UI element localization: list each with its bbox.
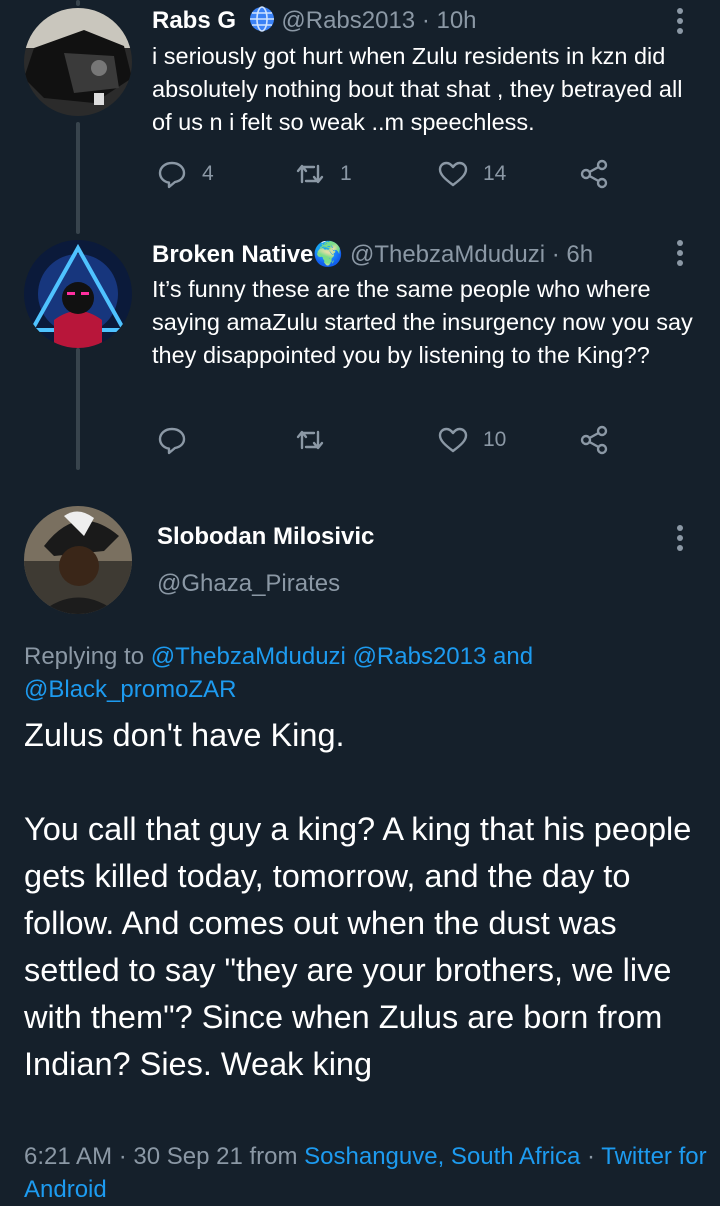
tweet-timestamp: 6:21 AM · 30 Sep 21 from bbox=[24, 1143, 298, 1170]
reply-button[interactable] bbox=[156, 424, 188, 456]
tweet-text: i seriously got hurt when Zulu residents… bbox=[152, 43, 683, 135]
mention-and: and bbox=[493, 643, 534, 670]
more-icon[interactable] bbox=[668, 240, 692, 270]
share-icon bbox=[580, 159, 608, 189]
thread-line bbox=[76, 122, 80, 234]
retweet-icon bbox=[296, 164, 324, 184]
more-icon[interactable] bbox=[668, 8, 692, 38]
main-display-name[interactable]: Slobodan Milosivic bbox=[157, 523, 374, 551]
retweet-button[interactable]: 1 bbox=[294, 158, 352, 190]
mention-link[interactable]: @Rabs2013 bbox=[353, 643, 487, 670]
reply-icon bbox=[158, 161, 186, 189]
retweet-count: 1 bbox=[340, 162, 352, 185]
timestamp[interactable]: · 10h bbox=[422, 7, 477, 34]
meta-separator: · bbox=[587, 1143, 596, 1170]
share-button[interactable] bbox=[578, 158, 610, 190]
tweet-actions: 10 bbox=[152, 424, 632, 464]
reply-button[interactable]: 4 bbox=[156, 158, 214, 190]
display-name[interactable]: Broken Native bbox=[152, 241, 313, 268]
share-button[interactable] bbox=[578, 424, 610, 456]
like-count: 10 bbox=[483, 428, 507, 451]
location-link[interactable]: Soshanguve, South Africa bbox=[304, 1143, 580, 1170]
globe-emoji: 🌍 bbox=[313, 241, 344, 268]
handle[interactable]: @ThebzaMduduzi bbox=[350, 241, 545, 268]
tweet-header: Rabs G @Rabs2013 · 10h bbox=[152, 6, 477, 35]
avatar[interactable] bbox=[24, 240, 132, 348]
like-button[interactable]: 10 bbox=[437, 424, 506, 456]
tweet-text: It’s funny these are the same people who… bbox=[152, 276, 693, 368]
thread-line bbox=[76, 348, 80, 470]
replying-prefix: Replying to bbox=[24, 643, 145, 670]
mention-link[interactable]: @Black_promoZAR bbox=[24, 676, 236, 703]
avatar[interactable] bbox=[24, 8, 132, 116]
thread-line-top bbox=[76, 0, 80, 6]
retweet-icon bbox=[296, 430, 324, 450]
main-handle[interactable]: @Ghaza_Pirates bbox=[157, 570, 340, 598]
more-icon[interactable] bbox=[668, 525, 692, 555]
like-button[interactable]: 14 bbox=[437, 158, 506, 190]
handle[interactable]: @Rabs2013 bbox=[281, 7, 415, 34]
main-tweet-text: Zulus don't have King. You call that guy… bbox=[24, 717, 692, 1082]
like-icon bbox=[438, 427, 468, 453]
display-name[interactable]: Rabs G bbox=[152, 7, 236, 34]
avatar[interactable] bbox=[24, 506, 132, 614]
timestamp[interactable]: · 6h bbox=[552, 241, 593, 268]
like-count: 14 bbox=[483, 162, 507, 185]
share-icon bbox=[580, 425, 608, 455]
reply-icon bbox=[158, 427, 186, 455]
reply-count: 4 bbox=[202, 162, 214, 185]
globe-icon bbox=[249, 6, 275, 32]
tweet-meta: 6:21 AM · 30 Sep 21 from Soshanguve, Sou… bbox=[24, 1140, 714, 1206]
replying-to: Replying to @ThebzaMduduzi @Rabs2013 and… bbox=[24, 640, 704, 706]
like-icon bbox=[438, 161, 468, 187]
retweet-button[interactable] bbox=[294, 424, 326, 456]
tweet-actions: 4 1 14 bbox=[152, 158, 632, 198]
tweet-header: Broken Native🌍 @ThebzaMduduzi · 6h bbox=[152, 240, 593, 269]
mention-link[interactable]: @ThebzaMduduzi bbox=[151, 643, 346, 670]
